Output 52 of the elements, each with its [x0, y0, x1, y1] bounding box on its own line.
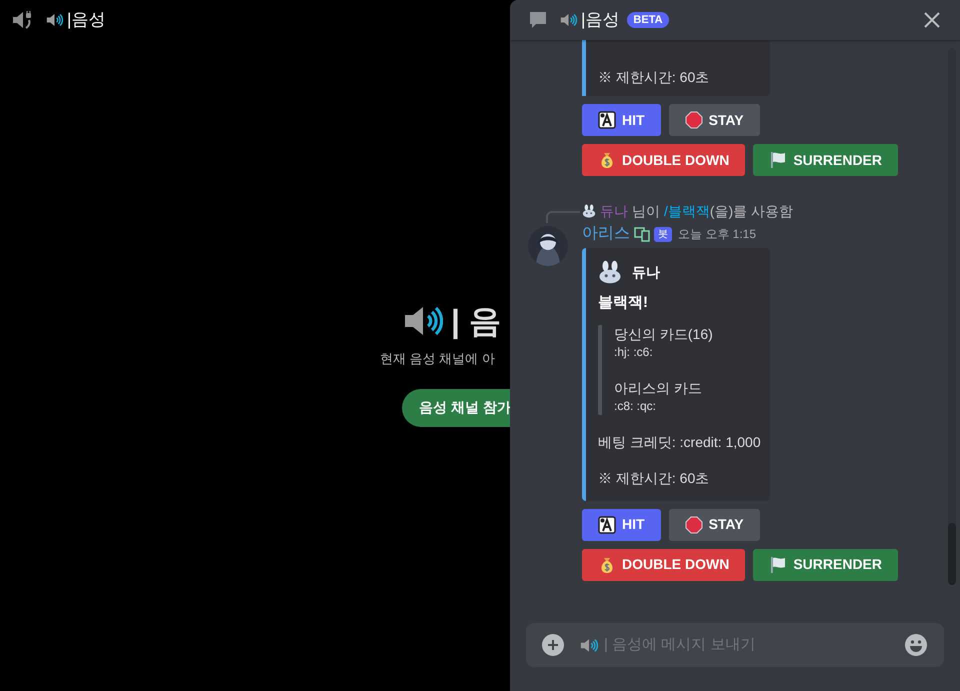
action-button[interactable]: HIT: [582, 104, 661, 136]
panel-title: |음성: [581, 9, 620, 32]
bunny-icon: [598, 260, 622, 284]
avatar[interactable]: [528, 226, 568, 266]
embed-text: ※ 제한시간: 60초: [598, 468, 710, 486]
speaker-icon: [46, 13, 63, 27]
action-button[interactable]: DOUBLE DOWN: [582, 144, 746, 176]
card-icon: [598, 111, 616, 129]
quote-value: :hj: :c6:: [614, 344, 654, 360]
emoji-icon[interactable]: [904, 633, 928, 657]
embed-text: 베팅 크레딧: :credit: 1,000: [598, 432, 762, 450]
reply-suffix: (을)를 사용함: [710, 202, 794, 221]
close-icon: [923, 11, 941, 29]
quote-heading: 당신의 카드(16): [614, 324, 714, 342]
action-button[interactable]: STAY: [668, 508, 760, 540]
speaker-icon: [403, 305, 443, 337]
speaker-icon: [12, 11, 34, 29]
stage-subtitle: 현재 음성 채널에 아: [380, 350, 495, 368]
speaker-icon: [580, 638, 598, 652]
add-button[interactable]: [542, 634, 564, 656]
action-button[interactable]: HIT: [582, 508, 661, 540]
close-button[interactable]: [922, 10, 942, 30]
stage-title: | 음: [451, 302, 501, 342]
reply-user[interactable]: 듀나: [600, 200, 628, 222]
speaker-icon: [560, 13, 577, 27]
action-button[interactable]: SURRENDER: [753, 548, 898, 580]
stop-sign-icon: [684, 111, 703, 129]
action-button[interactable]: SURRENDER: [753, 144, 898, 176]
embed-title: 블랙잭!: [598, 293, 649, 313]
stop-sign-icon: [684, 516, 703, 534]
beta-badge: BETA: [627, 12, 669, 28]
bunny-icon: [582, 204, 596, 218]
author-name[interactable]: 아리스: [582, 222, 630, 246]
devices-icon: [634, 226, 650, 242]
scrollbar-thumb[interactable]: [948, 523, 956, 585]
plus-icon: [547, 639, 559, 651]
embed-author: 듀나: [632, 262, 660, 282]
timestamp: 오늘 오후 1:15: [678, 226, 756, 243]
action-button[interactable]: DOUBLE DOWN: [582, 548, 746, 580]
card-icon: [598, 516, 616, 534]
command-link[interactable]: /블랙잭: [664, 200, 710, 222]
reply-line: [546, 211, 580, 223]
flag-icon: [769, 556, 788, 574]
bot-tag: 봇: [654, 226, 672, 242]
channel-title: |음성: [67, 9, 106, 32]
embed-text: ※ 제한시간: 60초: [598, 68, 710, 86]
action-button[interactable]: STAY: [668, 104, 760, 136]
chat-bubble-icon: [528, 10, 548, 30]
flag-icon: [769, 151, 788, 169]
reply-text: 님이: [632, 202, 660, 220]
quote-heading: 아리스의 카드: [614, 378, 703, 396]
quote-value: :c8: :qc:: [614, 398, 658, 414]
